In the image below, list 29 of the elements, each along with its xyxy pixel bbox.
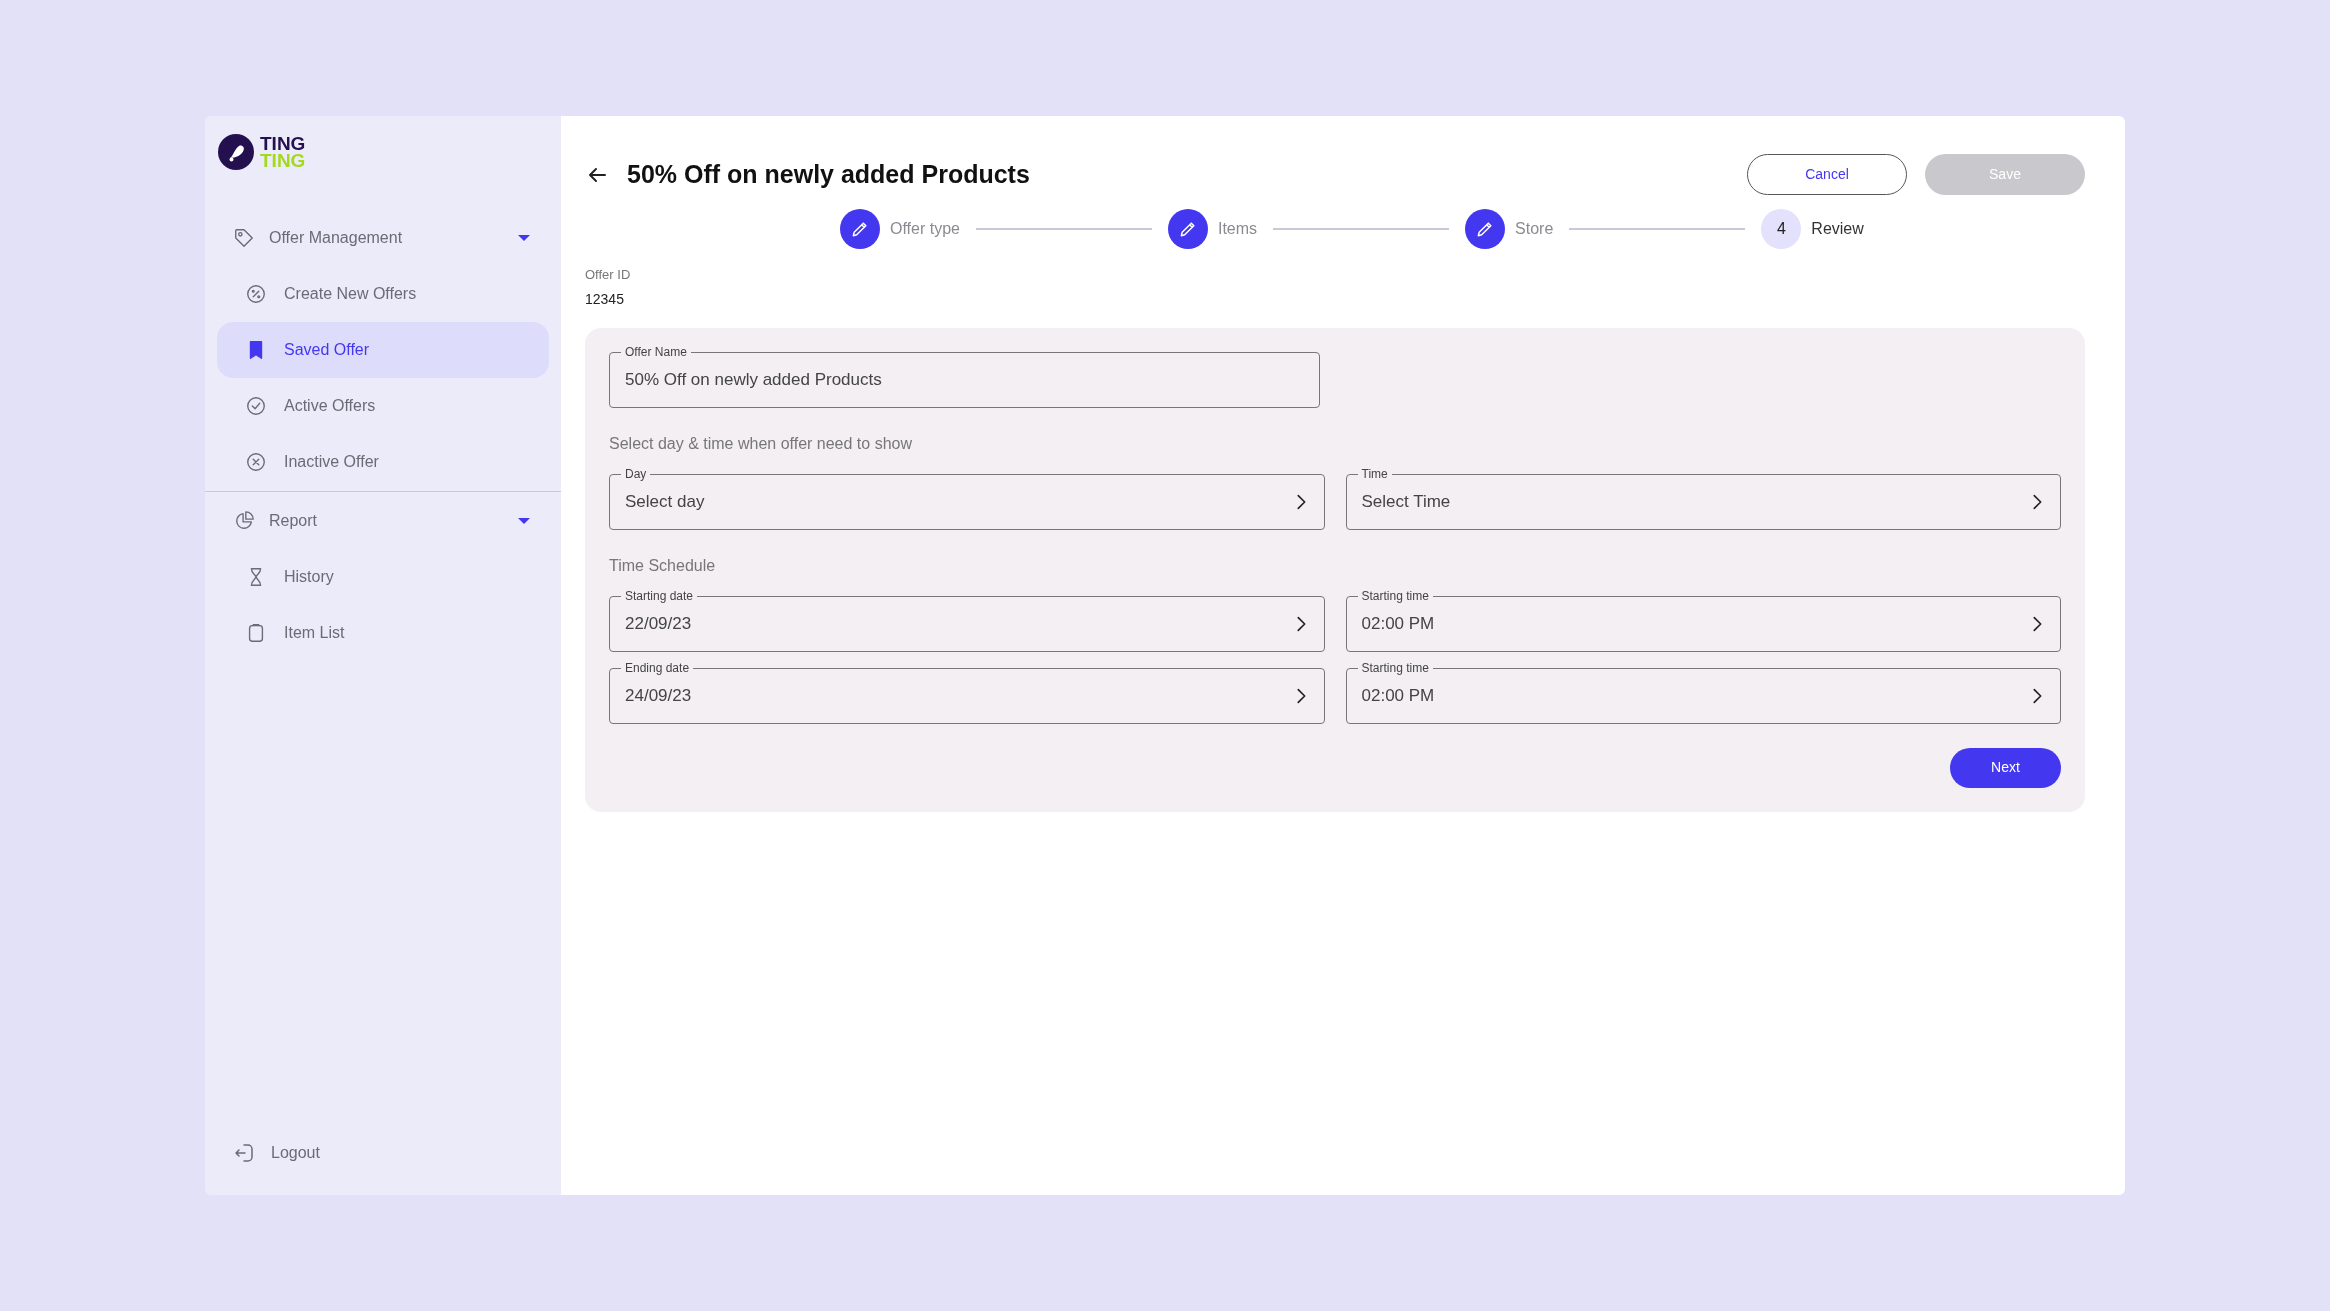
bell-logo-icon bbox=[218, 134, 254, 170]
section-heading: Time Schedule bbox=[609, 555, 717, 576]
sidebar-group-header[interactable]: Offer Management bbox=[205, 210, 561, 266]
x-circle-icon bbox=[245, 451, 267, 473]
step-label: Offer type bbox=[890, 219, 960, 239]
sidebar-item[interactable]: Saved Offer bbox=[217, 322, 549, 378]
sidebar-group-header[interactable]: Report bbox=[205, 493, 561, 549]
step-number: 4 bbox=[1761, 209, 1802, 249]
offer-id-label: Offer ID bbox=[585, 266, 632, 284]
sidebar-item[interactable]: Item List bbox=[217, 605, 549, 661]
logo-text: TING bbox=[260, 152, 306, 169]
step-label: Store bbox=[1515, 219, 1554, 239]
tag-icon bbox=[233, 227, 255, 249]
sidebar-item[interactable]: History bbox=[217, 549, 549, 605]
step-label: Items bbox=[1217, 219, 1258, 239]
offer-id-value: 12345 bbox=[585, 289, 625, 309]
sidebar-item[interactable]: Inactive Offer bbox=[217, 434, 549, 490]
next-button[interactable]: Next bbox=[1950, 747, 2061, 788]
sidebar-item[interactable]: Create New Offers bbox=[217, 266, 549, 322]
pie-chart-icon bbox=[233, 510, 255, 532]
page-title: 50% Off on newly added Products bbox=[627, 158, 1031, 190]
check-circle-icon bbox=[245, 395, 267, 417]
step-label: Review bbox=[1811, 219, 1864, 239]
percent-icon bbox=[245, 283, 267, 305]
section-heading: Select day & time when offer need to show bbox=[609, 433, 913, 454]
logout-link[interactable]: Logout bbox=[205, 1141, 561, 1165]
sidebar-item[interactable]: Active Offers bbox=[217, 378, 549, 434]
pencil-icon bbox=[850, 219, 870, 239]
logo-text: TING bbox=[260, 135, 306, 152]
